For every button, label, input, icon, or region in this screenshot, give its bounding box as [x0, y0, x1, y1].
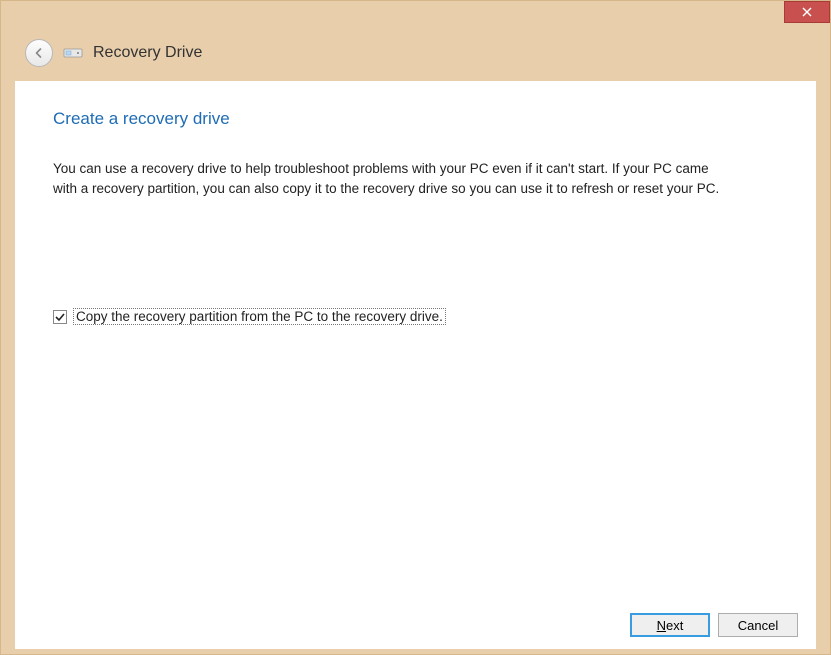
back-button[interactable] — [25, 39, 53, 67]
next-button[interactable]: Next — [630, 613, 710, 637]
button-bar: Next Cancel — [630, 613, 798, 637]
close-icon — [802, 7, 812, 17]
next-button-rest: ext — [666, 618, 683, 633]
page-heading: Create a recovery drive — [53, 109, 778, 129]
page-description: You can use a recovery drive to help tro… — [53, 159, 733, 198]
titlebar — [1, 1, 830, 31]
content-area: Create a recovery drive You can use a re… — [15, 81, 816, 649]
checkmark-icon — [54, 311, 66, 323]
back-arrow-icon — [32, 46, 46, 60]
drive-icon — [63, 45, 83, 61]
copy-partition-label[interactable]: Copy the recovery partition from the PC … — [73, 308, 446, 325]
checkbox-row: Copy the recovery partition from the PC … — [53, 308, 778, 325]
close-button[interactable] — [784, 1, 830, 23]
copy-partition-checkbox[interactable] — [53, 310, 67, 324]
cancel-button[interactable]: Cancel — [718, 613, 798, 637]
dialog-window: Recovery Drive Create a recovery drive Y… — [0, 0, 831, 655]
window-title: Recovery Drive — [93, 44, 202, 62]
header: Recovery Drive — [1, 31, 830, 81]
